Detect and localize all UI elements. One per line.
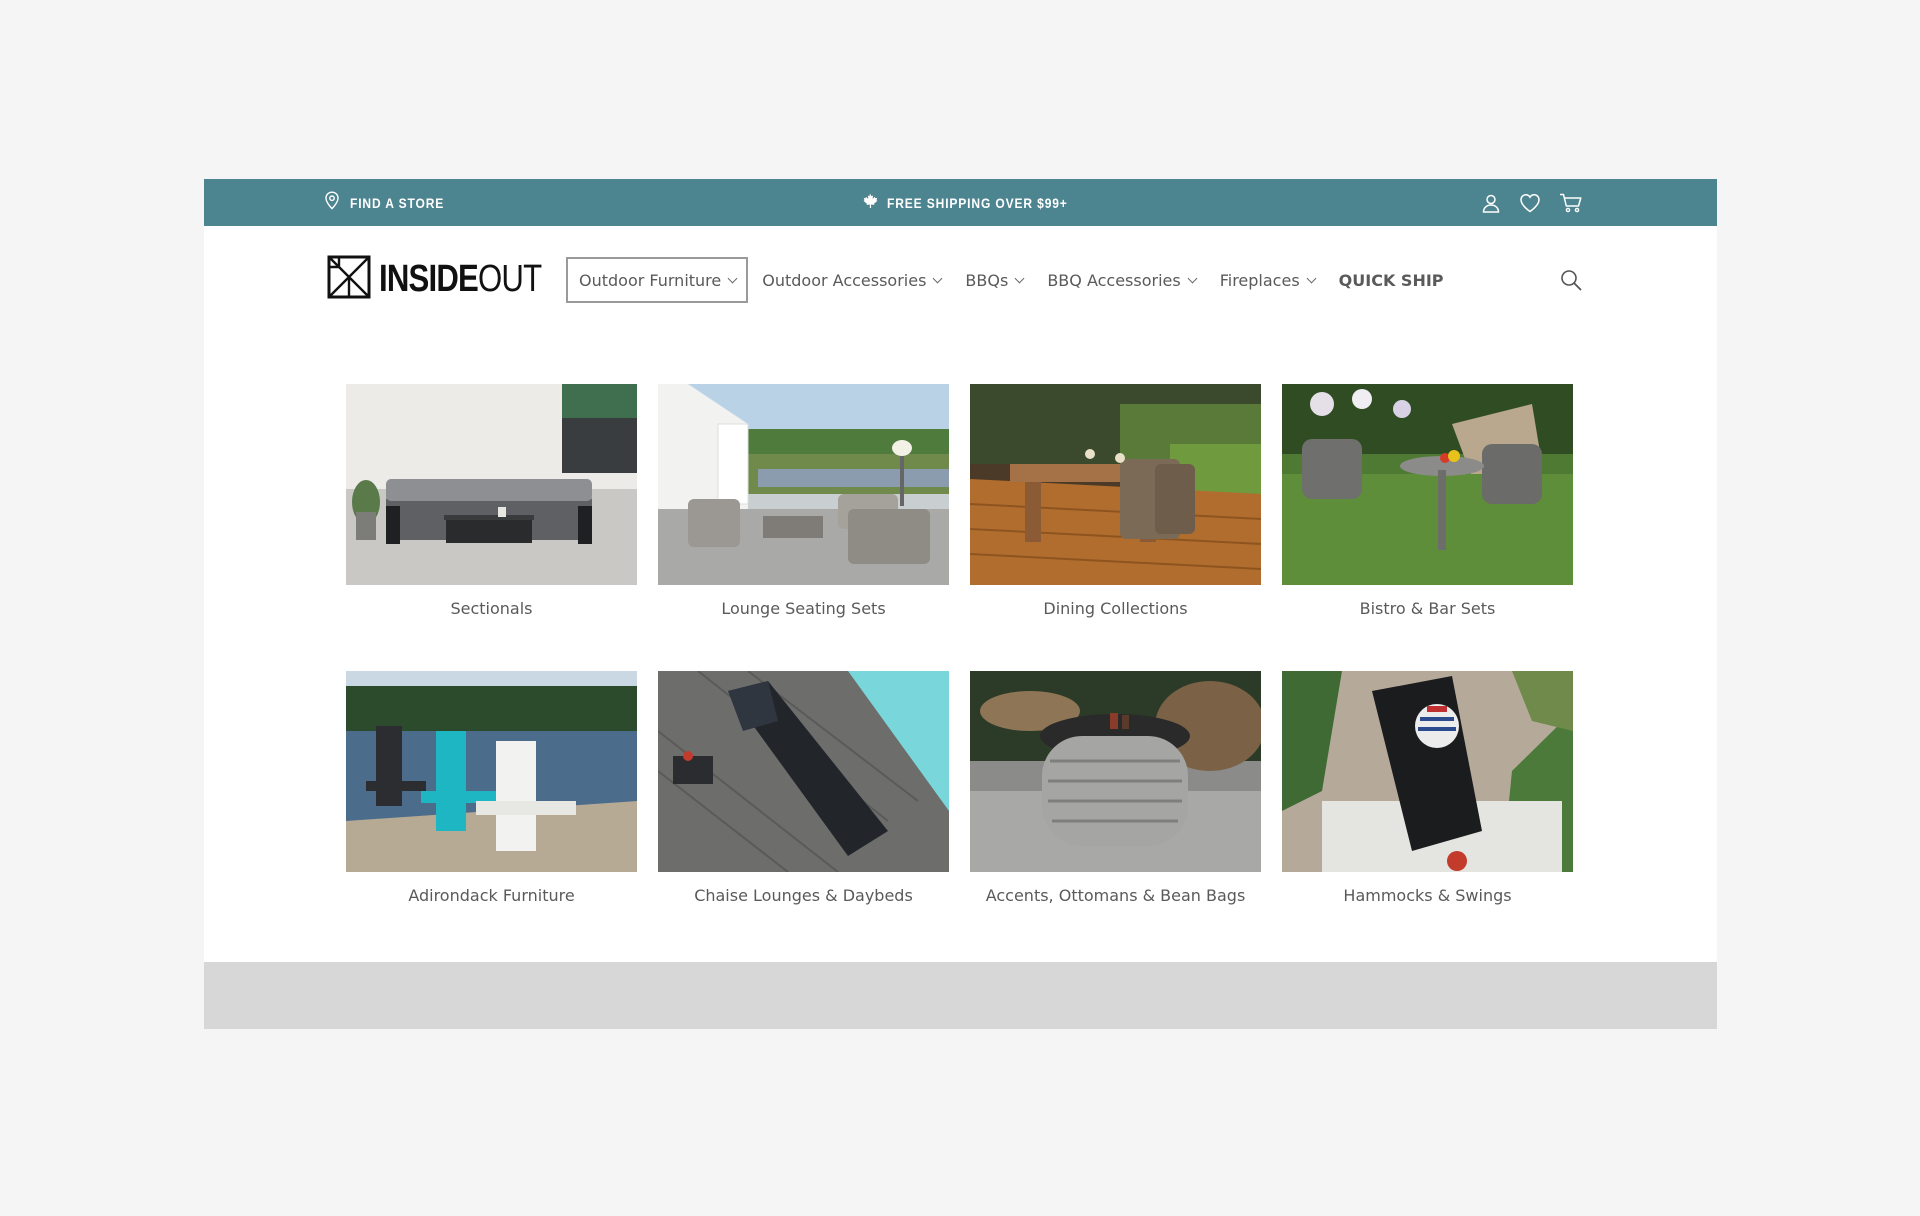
nav-outdoor-furniture[interactable]: Outdoor Furniture [566,257,749,303]
nav-bbq-accessories[interactable]: BBQ Accessories [1035,257,1207,303]
chevron-down-icon [1187,273,1198,283]
account-icon[interactable] [1481,193,1501,213]
category-label: Dining Collections [1043,599,1188,618]
lounge-seating-image [658,384,949,585]
category-label: Lounge Seating Sets [721,599,886,618]
nav-quick-ship[interactable]: QUICK SHIP [1327,257,1456,303]
sectionals-image [346,384,637,585]
insideout-logo[interactable]: INSIDEOUT [327,255,577,303]
nav-label: BBQ Accessories [1047,270,1181,290]
free-shipping-banner: FREE SHIPPING OVER $99+ [862,179,1097,226]
free-shipping-text: FREE SHIPPING OVER $99+ [887,194,1068,211]
top-utility-bar: FIND A STORE FREE SHIPPING OVER $99+ [204,179,1717,226]
nav-outdoor-accessories[interactable]: Outdoor Accessories [750,257,953,303]
location-pin-icon [324,191,340,214]
find-a-store-link[interactable]: FIND A STORE [324,179,460,226]
nav-bbqs[interactable]: BBQs [953,257,1035,303]
chevron-down-icon [932,273,943,283]
category-label: Hammocks & Swings [1343,886,1512,905]
category-tile-adirondack-furniture[interactable]: Adirondack Furniture [346,671,637,905]
nav-fireplaces[interactable]: Fireplaces [1208,257,1327,303]
logo-wordmark: INSIDEOUT [379,258,542,300]
category-tile-hammocks-swings[interactable]: Hammocks & Swings [1282,671,1573,905]
category-tile-bistro-bar-sets[interactable]: Bistro & Bar Sets [1282,384,1573,618]
accents-ottomans-image [970,671,1261,872]
category-tile-dining-collections[interactable]: Dining Collections [970,384,1261,618]
category-tile-sectionals[interactable]: Sectionals [346,384,637,618]
category-label: Bistro & Bar Sets [1359,599,1496,618]
bistro-bar-image [1282,384,1573,585]
chaise-lounge-image [658,671,949,872]
nav-label: BBQs [965,270,1009,290]
hammocks-swings-image [1282,671,1573,872]
category-tile-accents-ottomans-bean-bags[interactable]: Accents, Ottomans & Bean Bags [970,671,1261,905]
page-frame: FIND A STORE FREE SHIPPING OVER $99+ INS… [204,179,1717,1029]
adirondack-image [346,671,637,872]
heart-icon[interactable] [1519,193,1541,213]
main-header: INSIDEOUT Outdoor Furniture Outdoor Acce… [204,226,1717,332]
category-tile-lounge-seating-sets[interactable]: Lounge Seating Sets [658,384,949,618]
nav-label: Fireplaces [1219,270,1300,290]
cart-icon[interactable] [1559,193,1583,213]
main-nav: Outdoor Furniture Outdoor Accessories BB… [566,256,1456,304]
category-label: Chaise Lounges & Daybeds [694,886,913,905]
chevron-down-icon [727,273,738,283]
footer-band [204,962,1717,1029]
utility-icons [1481,179,1583,226]
nav-label: QUICK SHIP [1338,270,1444,290]
maple-leaf-icon [862,193,878,213]
chevron-down-icon [1014,273,1025,283]
category-tile-chaise-lounges-daybeds[interactable]: Chaise Lounges & Daybeds [658,671,949,905]
dining-collections-image [970,384,1261,585]
category-label: Sectionals [450,599,533,618]
chevron-down-icon [1306,273,1317,283]
search-icon[interactable] [1559,268,1583,292]
category-label: Accents, Ottomans & Bean Bags [985,886,1246,905]
nav-label: Outdoor Accessories [762,270,927,290]
category-label: Adirondack Furniture [408,886,575,905]
logo-mark-icon [327,255,371,303]
nav-label: Outdoor Furniture [579,270,722,290]
find-a-store-label: FIND A STORE [350,194,445,211]
